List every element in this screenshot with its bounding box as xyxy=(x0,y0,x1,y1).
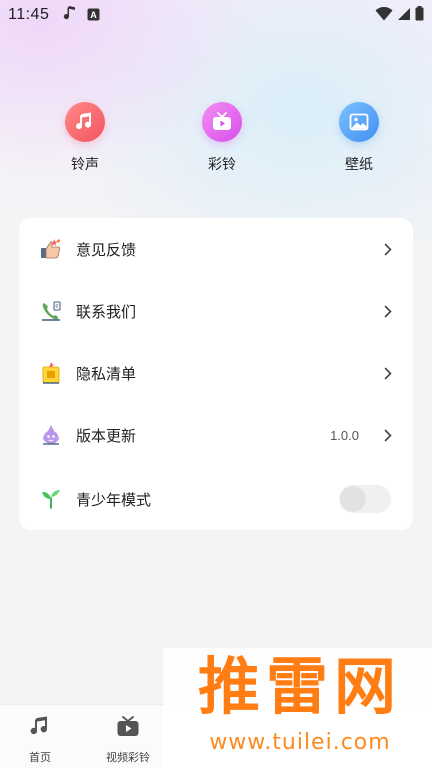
quick-action-color-ring[interactable]: 彩铃 xyxy=(201,102,243,174)
quick-action-wallpaper[interactable]: 壁纸 xyxy=(338,102,380,174)
toggle-knob xyxy=(340,486,366,512)
quick-action-label: 铃声 xyxy=(71,157,99,173)
nav-label: 首页 xyxy=(29,751,51,764)
update-icon xyxy=(39,423,63,447)
nav-item-home[interactable]: 首页 xyxy=(28,715,52,765)
music-note-icon xyxy=(28,715,52,743)
settings-item-label: 意见反馈 xyxy=(76,240,137,259)
music-note-icon xyxy=(65,102,105,142)
settings-item-contact[interactable]: 联系我们 xyxy=(19,280,413,342)
tv-play-icon xyxy=(116,715,140,743)
settings-item-label: 隐私清单 xyxy=(76,364,137,383)
status-bar: 11:45 A xyxy=(0,0,432,30)
battery-icon xyxy=(415,5,424,25)
privacy-list-icon xyxy=(39,361,63,385)
phone-icon xyxy=(39,299,63,323)
settings-item-youth-mode: 青少年模式 xyxy=(19,468,413,530)
chevron-right-icon xyxy=(383,242,393,256)
youth-mode-toggle[interactable] xyxy=(339,485,391,513)
nav-label: 视频彩铃 xyxy=(106,751,150,764)
quick-action-label: 壁纸 xyxy=(345,157,373,173)
image-icon xyxy=(339,102,379,142)
chevron-right-icon xyxy=(383,366,393,380)
chevron-right-icon xyxy=(383,304,393,318)
nav-item-video-ringtone[interactable]: 视频彩铃 xyxy=(106,715,150,765)
thumbs-up-icon xyxy=(39,237,63,261)
settings-item-privacy[interactable]: 隐私清单 xyxy=(19,342,413,404)
status-time: 11:45 xyxy=(8,6,50,23)
settings-item-label: 联系我们 xyxy=(76,302,137,321)
settings-item-label: 版本更新 xyxy=(76,426,137,445)
music-note-icon xyxy=(63,5,77,25)
settings-item-feedback[interactable]: 意见反馈 xyxy=(19,218,413,280)
quick-action-label: 彩铃 xyxy=(208,157,236,173)
settings-item-label: 青少年模式 xyxy=(76,490,152,509)
quick-actions: 铃声 彩铃 壁纸 xyxy=(0,102,432,174)
chevron-right-icon xyxy=(383,428,393,442)
a-badge-icon: A xyxy=(87,6,100,25)
wifi-icon xyxy=(375,6,393,25)
version-value: 1.0.0 xyxy=(330,427,359,443)
watermark-url: www.tuilei.com xyxy=(209,730,391,755)
sprout-icon xyxy=(39,487,63,511)
watermark: 推雷网 www.tuilei.com xyxy=(163,648,432,768)
settings-item-update[interactable]: 版本更新 1.0.0 xyxy=(19,404,413,466)
svg-text:A: A xyxy=(91,10,98,20)
tv-play-icon xyxy=(202,102,242,142)
signal-icon xyxy=(397,6,411,25)
settings-card: 意见反馈 联系我们 隐私清单 版本更新 1.0.0 青少年模式 xyxy=(19,218,413,530)
quick-action-ringtone[interactable]: 铃声 xyxy=(64,102,106,174)
watermark-title: 推雷网 xyxy=(197,650,402,723)
